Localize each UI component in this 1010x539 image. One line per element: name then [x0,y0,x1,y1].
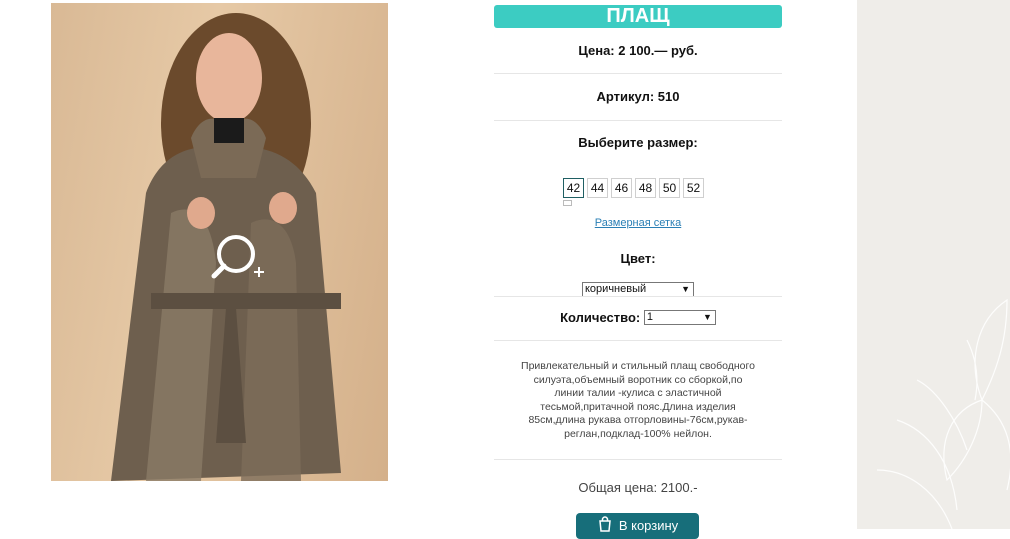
size-option-44[interactable]: 44 [587,178,608,198]
article-text: Артикул: 510 [596,89,680,104]
size-option-48[interactable]: 48 [635,178,656,198]
size-option-42[interactable]: 42 [563,178,584,198]
quantity-select[interactable]: 1 ▼ [643,310,716,326]
size-selector: 42 44 46 48 50 52 [563,178,704,198]
chevron-down-icon: ▼ [681,284,690,295]
decorative-side-panel [857,0,1010,529]
zoom-in-icon[interactable] [210,228,270,288]
size-option-46[interactable]: 46 [611,178,632,198]
choose-size-label: Выберите размер: [578,135,698,150]
color-select[interactable]: коричневый ▼ [582,282,694,298]
product-description: Привлекательный и стильный плащ свободно… [521,360,755,440]
add-to-cart-button[interactable]: В корзину [576,513,699,539]
size-option-50[interactable]: 50 [659,178,680,198]
chevron-down-icon: ▼ [702,312,712,323]
divider [494,459,782,460]
divider [494,73,782,74]
color-label: Цвет: [620,251,656,266]
total-price: Общая цена: 2100.- [578,480,698,495]
color-select-value: коричневый [585,283,647,296]
quantity-label: Количество: [560,310,641,326]
divider [494,120,782,121]
product-title: ПЛАЩ [494,5,782,28]
product-photo[interactable] [51,3,388,481]
divider [494,296,782,297]
quantity-select-value: 1 [646,311,653,324]
size-indicator [563,200,572,206]
size-chart-link[interactable]: Размерная сетка [595,217,681,229]
price-text: Цена: 2 100.— руб. [578,43,698,58]
floral-pattern [876,298,1010,529]
size-option-52[interactable]: 52 [683,178,704,198]
shopping-bag-icon [598,516,611,532]
add-to-cart-label: В корзину [618,518,679,533]
divider [494,340,782,341]
